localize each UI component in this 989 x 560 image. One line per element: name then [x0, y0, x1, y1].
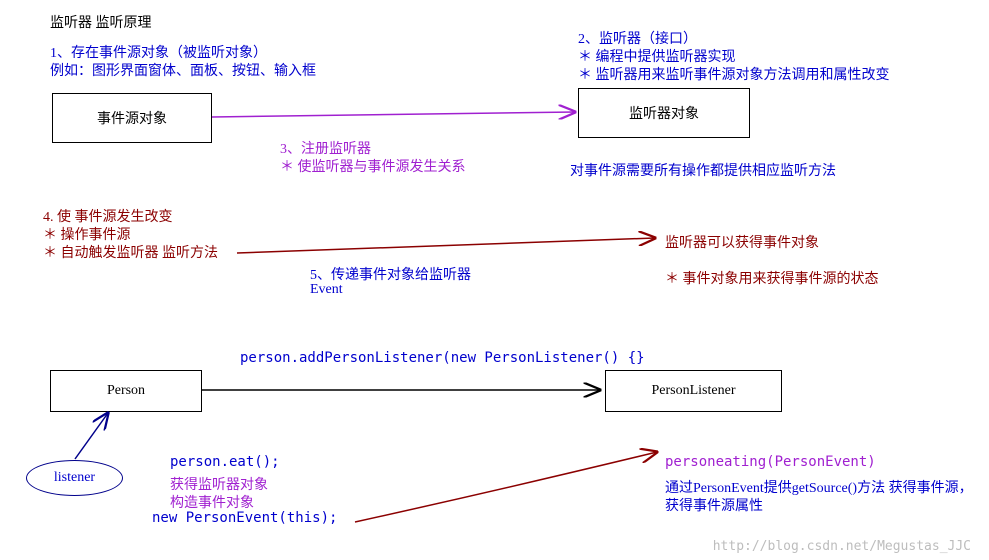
- ellipse-listener-label: listener: [54, 470, 95, 486]
- step4-line2: ＊ 操作事件源: [43, 224, 131, 244]
- box-person-listener-label: PersonListener: [652, 383, 736, 399]
- step1-line1: 1、存在事件源对象（被监听对象）: [50, 42, 267, 62]
- step2-line1: 2、监听器（接口）: [578, 28, 697, 48]
- step2-line3: ＊ 监听器用来监听事件源对象方法调用和属性改变: [578, 64, 890, 84]
- box-event-source: 事件源对象: [52, 93, 212, 143]
- box-person: Person: [50, 370, 202, 412]
- bl-l3: 构造事件对象: [170, 492, 254, 512]
- box-listener-object: 监听器对象: [578, 88, 750, 138]
- br-l1: personeating(PersonEvent): [665, 454, 876, 470]
- step4-line1: 4. 使 事件源发生改变: [43, 206, 173, 226]
- right-dr-line2: ＊ 事件对象用来获得事件源的状态: [665, 268, 879, 288]
- bl-l1: person.eat();: [170, 454, 280, 470]
- step1-line2: 例如：图形界面窗体、面板、按钮、输入框: [50, 60, 316, 80]
- step4-line3: ＊ 自动触发监听器 监听方法: [43, 242, 218, 262]
- bl-l4: new PersonEvent(this);: [152, 510, 337, 526]
- step2-line2: ＊ 编程中提供监听器实现: [578, 46, 736, 66]
- diagram-title: 监听器 监听原理: [50, 12, 152, 32]
- step3-line2: ＊ 使监听器与事件源发生关系: [280, 156, 466, 176]
- box-listener-object-label: 监听器对象: [629, 103, 699, 123]
- box-person-label: Person: [107, 383, 145, 399]
- box-event-source-label: 事件源对象: [97, 108, 167, 128]
- step3-line1: 3、注册监听器: [280, 138, 371, 158]
- bl-l2: 获得监听器对象: [170, 474, 268, 494]
- right-dr-line1: 监听器可以获得事件对象: [665, 232, 819, 252]
- br-l2: 通过PersonEvent提供getSource()方法 获得事件源，获得事件源…: [665, 480, 975, 516]
- code-add-listener: person.addPersonListener(new PersonListe…: [240, 350, 645, 366]
- ellipse-listener: listener: [26, 460, 123, 496]
- step5-line2: Event: [310, 282, 343, 298]
- watermark: http://blog.csdn.net/Megustas_JJC: [713, 539, 971, 554]
- box-person-listener: PersonListener: [605, 370, 782, 412]
- step5-line1: 5、传递事件对象给监听器: [310, 264, 471, 284]
- note-listener-methods: 对事件源需要所有操作都提供相应监听方法: [570, 160, 836, 180]
